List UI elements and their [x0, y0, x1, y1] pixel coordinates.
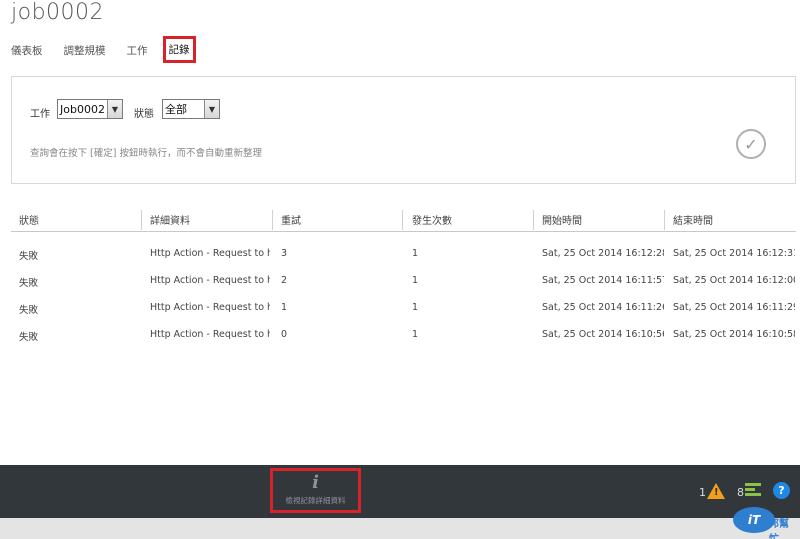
- status-select-value: 全部: [165, 103, 187, 116]
- column-header-occurrences[interactable]: 發生次數: [412, 212, 452, 227]
- cell-end-time: Sat, 25 Oct 2014 16:12:31...: [673, 248, 795, 259]
- table-row[interactable]: 失敗 Http Action - Request to h... 2 1 Sat…: [11, 267, 796, 294]
- job-select-value: Job0002: [60, 102, 105, 116]
- cell-occurrences: 1: [412, 329, 419, 340]
- column-header-retry[interactable]: 重試: [281, 212, 301, 227]
- cell-occurrences: 1: [412, 248, 419, 259]
- cell-status: 失敗: [19, 278, 39, 289]
- warning-count: 1: [699, 486, 706, 499]
- column-header-start-time[interactable]: 開始時間: [542, 212, 582, 227]
- tab-history[interactable]: 記錄: [162, 35, 196, 63]
- cell-details: Http Action - Request to h...: [150, 302, 270, 313]
- notifications-icon[interactable]: [745, 483, 761, 498]
- command-bar: i 檢視記錄詳細資料 1 ! 8 ?: [0, 465, 800, 518]
- watermark-logo: iT 邦幫忙: [733, 505, 795, 539]
- cell-retry: 3: [281, 248, 288, 259]
- cell-end-time: Sat, 25 Oct 2014 16:11:29...: [673, 302, 795, 313]
- query-hint: 查詢會在按下 [確定] 按鈕時執行，而不會自動重新整理: [30, 148, 262, 159]
- cell-occurrences: 1: [412, 275, 419, 286]
- tab-dashboard[interactable]: 儀表板: [11, 43, 43, 58]
- column-header-status[interactable]: 狀態: [19, 212, 39, 227]
- cell-status: 失敗: [19, 332, 39, 343]
- history-table: 狀態 詳細資料 重試 發生次數 開始時間 結束時間 失敗 Http Action…: [11, 206, 796, 348]
- job-select[interactable]: Job0002 ▼: [57, 99, 123, 119]
- column-header-details[interactable]: 詳細資料: [150, 212, 190, 227]
- tab-scale[interactable]: 調整規模: [64, 43, 106, 58]
- cell-start-time: Sat, 25 Oct 2014 16:10:56...: [542, 329, 664, 340]
- chevron-down-icon: ▼: [204, 100, 219, 118]
- table-row[interactable]: 失敗 Http Action - Request to h... 3 1 Sat…: [11, 240, 796, 267]
- table-row[interactable]: 失敗 Http Action - Request to h... 0 1 Sat…: [11, 321, 796, 348]
- cell-start-time: Sat, 25 Oct 2014 16:11:26...: [542, 302, 664, 313]
- footer-strip: [0, 518, 800, 539]
- cell-start-time: Sat, 25 Oct 2014 16:11:57...: [542, 275, 664, 286]
- tab-bar: 儀表板 調整規模 工作 記錄: [11, 35, 217, 63]
- chevron-down-icon: ▼: [107, 100, 122, 118]
- table-header: 狀態 詳細資料 重試 發生次數 開始時間 結束時間: [11, 206, 796, 232]
- job-filter-label: 工作: [30, 109, 50, 120]
- cell-details: Http Action - Request to h...: [150, 275, 270, 286]
- column-header-end-time[interactable]: 結束時間: [673, 212, 713, 227]
- warning-icon[interactable]: !: [707, 483, 725, 499]
- info-icon: i: [312, 472, 319, 493]
- status-filter-label: 狀態: [134, 109, 154, 120]
- cell-end-time: Sat, 25 Oct 2014 16:12:00...: [673, 275, 795, 286]
- confirm-button[interactable]: ✓: [736, 129, 766, 159]
- status-select[interactable]: 全部 ▼: [162, 99, 220, 119]
- checkmark-icon: ✓: [744, 134, 758, 154]
- table-row[interactable]: 失敗 Http Action - Request to h... 1 1 Sat…: [11, 294, 796, 321]
- cell-status: 失敗: [19, 305, 39, 316]
- page-title: job0002: [11, 0, 105, 25]
- cell-retry: 2: [281, 275, 288, 286]
- cell-end-time: Sat, 25 Oct 2014 16:10:58...: [673, 329, 795, 340]
- tab-jobs[interactable]: 工作: [127, 43, 148, 58]
- cell-start-time: Sat, 25 Oct 2014 16:12:28...: [542, 248, 664, 259]
- filter-panel: 工作 Job0002 ▼ 狀態 全部 ▼ 查詢會在按下 [確定] 按鈕時執行，而…: [11, 76, 796, 184]
- cell-retry: 0: [281, 329, 288, 340]
- cell-details: Http Action - Request to h...: [150, 248, 270, 259]
- watermark-logo-text: 邦幫忙: [769, 519, 789, 539]
- cell-occurrences: 1: [412, 302, 419, 313]
- view-history-details-label: 檢視記錄詳細資料: [285, 496, 346, 505]
- cell-status: 失敗: [19, 251, 39, 262]
- cell-retry: 1: [281, 302, 288, 313]
- notification-count: 8: [737, 486, 744, 499]
- help-icon[interactable]: ?: [773, 482, 790, 499]
- cell-details: Http Action - Request to h...: [150, 329, 270, 340]
- view-history-details-button[interactable]: i 檢視記錄詳細資料: [270, 468, 361, 513]
